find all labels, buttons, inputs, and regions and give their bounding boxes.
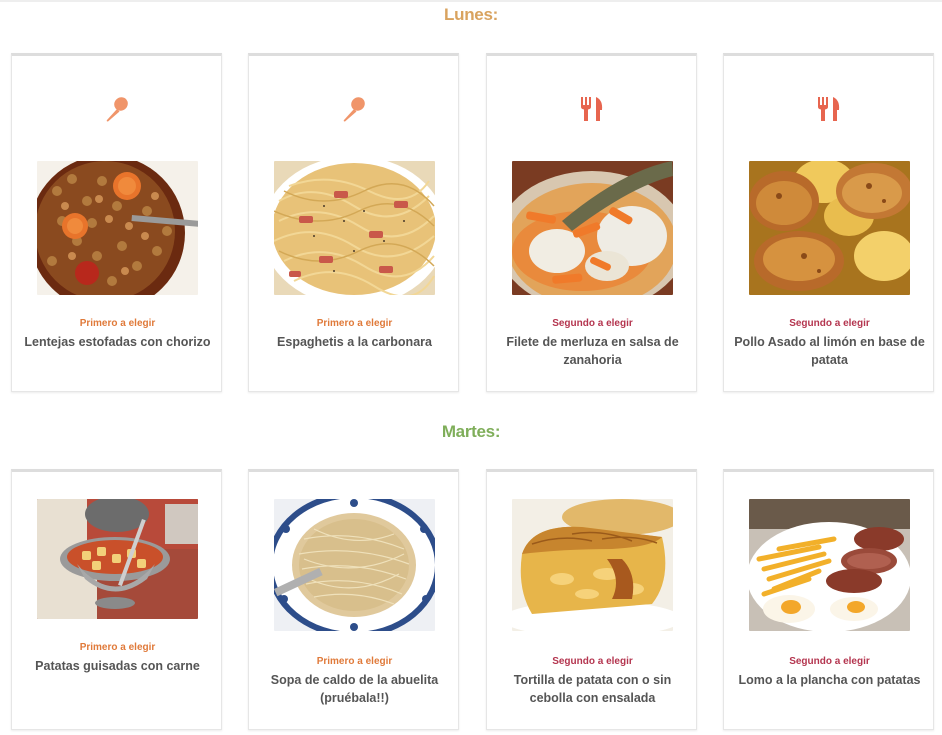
- dish-caption: Primero a elegir Lentejas estofadas con …: [20, 318, 215, 351]
- dish-name[interactable]: Lomo a la plancha con patatas: [732, 671, 927, 689]
- dish-name[interactable]: Patatas guisadas con carne: [20, 657, 215, 675]
- dish-name[interactable]: Espaghetis a la carbonara: [257, 333, 452, 351]
- course-label: Primero a elegir: [316, 656, 393, 667]
- dish-name[interactable]: Pollo Asado al limón en base de patata: [732, 333, 927, 369]
- menu-card[interactable]: Primero a elegir Lentejas estofadas con …: [11, 53, 222, 392]
- dish-name[interactable]: Tortilla de patata con o sin cebolla con…: [495, 671, 690, 707]
- lentils-photo[interactable]: [37, 161, 198, 295]
- potato-stew-photo[interactable]: [37, 499, 198, 619]
- course-label: Primero a elegir: [316, 318, 393, 329]
- course-label: Segundo a elegir: [552, 318, 633, 329]
- menu-card[interactable]: Segundo a elegir Lomo a la plancha con p…: [723, 469, 934, 730]
- hake-photo[interactable]: [512, 161, 673, 295]
- menu-card[interactable]: Primero a elegir Espaghetis a la carbona…: [248, 53, 459, 392]
- pork-loin-photo[interactable]: [749, 499, 910, 631]
- day-heading-martes: Martes:: [441, 422, 501, 441]
- course-label: Segundo a elegir: [789, 656, 870, 667]
- spoon-icon: [249, 94, 458, 124]
- dish-caption: Segundo a elegir Tortilla de patata con …: [495, 656, 690, 707]
- dish-caption: Segundo a elegir Pollo Asado al limón en…: [732, 318, 927, 369]
- dish-caption: Primero a elegir Espaghetis a la carbona…: [257, 318, 452, 351]
- menu-card[interactable]: Segundo a elegir Filete de merluza en sa…: [486, 53, 697, 392]
- course-label: Primero a elegir: [79, 318, 156, 329]
- dish-caption: Primero a elegir Patatas guisadas con ca…: [20, 642, 215, 675]
- carbonara-photo[interactable]: [274, 161, 435, 295]
- fork-knife-icon: [724, 94, 933, 124]
- course-label: Segundo a elegir: [552, 656, 633, 667]
- menu-card[interactable]: Primero a elegir Sopa de caldo de la abu…: [248, 469, 459, 730]
- roast-chicken-photo[interactable]: [749, 161, 910, 295]
- course-label: Primero a elegir: [79, 642, 156, 653]
- tortilla-photo[interactable]: [512, 499, 673, 631]
- dish-caption: Primero a elegir Sopa de caldo de la abu…: [257, 656, 452, 707]
- noodle-soup-photo[interactable]: [274, 499, 435, 631]
- spoon-icon: [12, 94, 221, 124]
- day-heading-lunes: Lunes:: [444, 5, 498, 24]
- dish-name[interactable]: Filete de merluza en salsa de zanahoria: [495, 333, 690, 369]
- dish-name[interactable]: Lentejas estofadas con chorizo: [20, 333, 215, 351]
- dish-caption: Segundo a elegir Lomo a la plancha con p…: [732, 656, 927, 689]
- dish-caption: Segundo a elegir Filete de merluza en sa…: [495, 318, 690, 369]
- menu-card[interactable]: Segundo a elegir Pollo Asado al limón en…: [723, 53, 934, 392]
- top-divider: [0, 0, 942, 2]
- menu-card[interactable]: Primero a elegir Patatas guisadas con ca…: [11, 469, 222, 730]
- course-label: Segundo a elegir: [789, 318, 870, 329]
- dish-name[interactable]: Sopa de caldo de la abuelita (pruébala!!…: [257, 671, 452, 707]
- menu-card[interactable]: Segundo a elegir Tortilla de patata con …: [486, 469, 697, 730]
- fork-knife-icon: [487, 94, 696, 124]
